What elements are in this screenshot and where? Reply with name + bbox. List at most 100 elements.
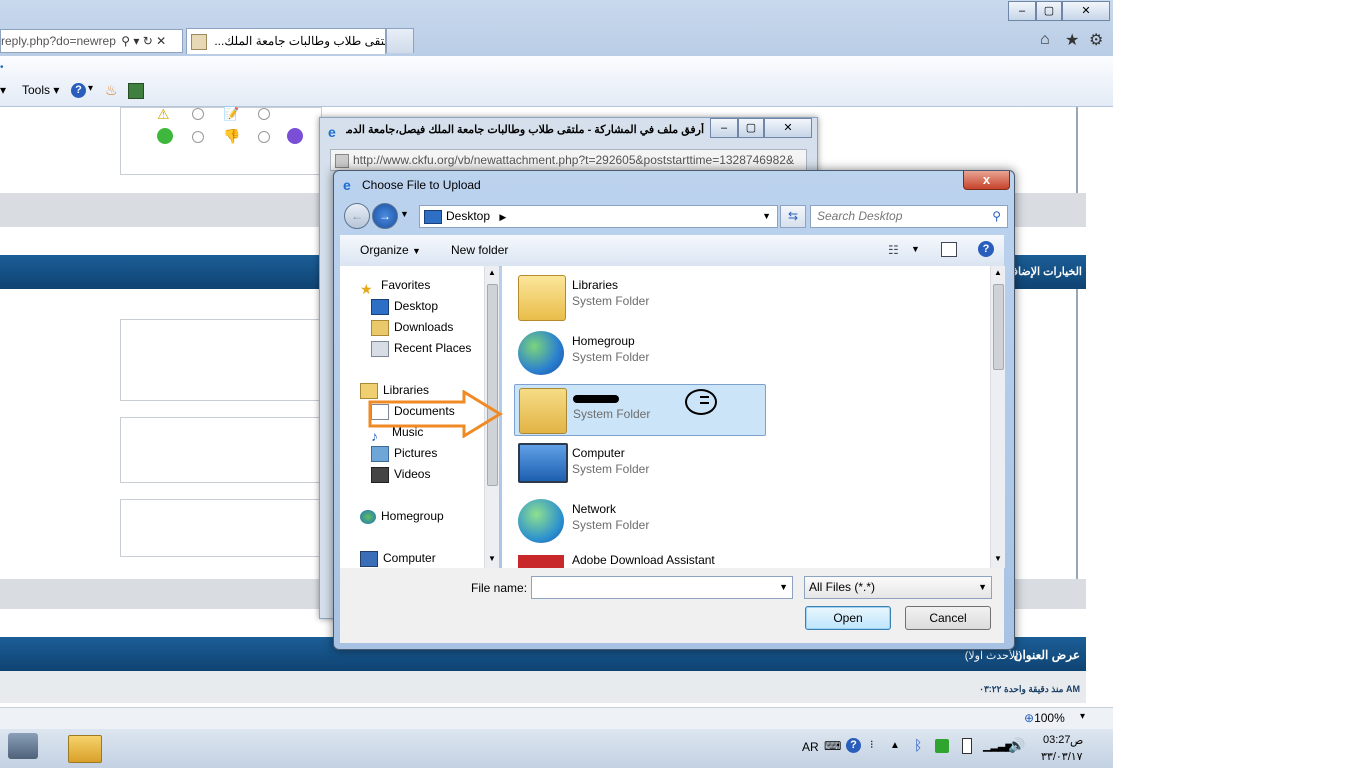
cancel-button[interactable]: Cancel <box>905 606 991 630</box>
view-options-icon[interactable]: ☷ <box>888 243 899 257</box>
volume-icon[interactable]: 🔊 <box>1008 737 1025 754</box>
minimize-button[interactable]: – <box>1008 1 1036 21</box>
show-hidden-icons-icon[interactable]: ▲ <box>890 740 900 751</box>
nav-recent-places[interactable]: Recent Places <box>371 338 471 358</box>
popup-title: أرفق ملف في المشاركة - ملتقى طلاب وطالبا… <box>346 124 704 136</box>
forward-button[interactable]: → <box>372 203 398 229</box>
options-tray-icon[interactable]: ⁝ <box>870 738 874 751</box>
popup-address-bar[interactable]: http://www.ckfu.org/vb/newattachment.php… <box>330 149 807 171</box>
organize-button[interactable]: Organize ▼ <box>360 243 421 257</box>
nav-computer[interactable]: Computer <box>360 548 436 568</box>
file-list-scrollbar[interactable]: ▲ ▼ <box>990 266 1005 568</box>
search-icon[interactable]: ⚲ <box>992 206 1001 227</box>
browser-tab[interactable]: ...ملتقى طلاب وطالبات جامعة الملك × <box>186 28 386 54</box>
battery-icon[interactable] <box>962 738 972 754</box>
scroll-up-icon[interactable]: ▲ <box>994 268 1002 277</box>
thumbs-down-smiley-icon[interactable]: 👎 <box>223 128 240 145</box>
list-item-adobe[interactable]: Adobe Download Assistant <box>514 552 764 568</box>
help-icon[interactable]: ? <box>978 241 994 257</box>
radio-option[interactable] <box>258 108 270 120</box>
bluetooth-icon[interactable]: ᛒ <box>914 737 922 753</box>
dialog-toolbar: Organize ▼ New folder ☷ ▼ ? <box>340 235 1004 267</box>
nav-favorites[interactable]: ★ Favorites <box>360 275 430 297</box>
options-header: الخيارات الإضافية <box>1003 266 1082 278</box>
nav-desktop[interactable]: Desktop <box>371 296 438 316</box>
command-arrow-icon[interactable]: ▾ <box>0 83 6 97</box>
zoom-dropdown-icon[interactable]: ▾ <box>1080 711 1085 722</box>
zoom-control[interactable]: ⊕100% <box>1024 711 1065 725</box>
item-name: Computer <box>572 446 625 460</box>
clock-time[interactable]: 03:27 <box>1043 734 1071 746</box>
list-item-libraries[interactable]: Libraries System Folder <box>514 272 764 322</box>
preview-pane-icon[interactable] <box>941 242 957 257</box>
note-smiley-icon[interactable]: 📝 <box>223 106 239 122</box>
chevron-down-icon[interactable]: ▾ <box>133 34 139 48</box>
language-indicator[interactable]: AR <box>802 740 819 754</box>
refresh-icon[interactable]: ↻ <box>143 34 153 48</box>
search-icon[interactable]: ⚲ <box>121 34 130 48</box>
popup-close-button[interactable]: ✕ <box>764 118 812 138</box>
open-button[interactable]: Open <box>805 606 891 630</box>
list-item-user-folder[interactable]: System Folder <box>514 384 766 436</box>
new-folder-button[interactable]: New folder <box>451 243 508 257</box>
sad-smiley-icon[interactable] <box>287 128 303 144</box>
address-dropdown-icon[interactable]: ▼ <box>762 206 771 227</box>
nav-homegroup[interactable]: Homegroup <box>360 506 444 526</box>
ie-icon: e <box>328 124 336 140</box>
breadcrumb-desktop[interactable]: Desktop <box>446 209 490 223</box>
popup-minimize-button[interactable]: – <box>710 118 738 138</box>
file-type-dropdown-icon[interactable]: ▼ <box>978 577 987 598</box>
breadcrumb-chevron-icon[interactable]: ▶ <box>499 212 506 222</box>
maximize-button[interactable]: ▢ <box>1036 1 1062 21</box>
home-icon[interactable]: ⌂ <box>1040 31 1050 49</box>
java-icon[interactable]: ♨ <box>105 82 118 99</box>
grin-smiley-icon[interactable] <box>157 128 173 144</box>
green-tray-icon[interactable] <box>935 739 949 753</box>
scroll-up-icon[interactable]: ▲ <box>488 268 496 277</box>
tools-menu[interactable]: Tools ▾ <box>22 83 59 97</box>
nav-videos[interactable]: Videos <box>371 464 430 484</box>
file-scroll-thumb[interactable] <box>993 284 1004 370</box>
radio-option[interactable] <box>192 108 204 120</box>
search-input[interactable]: Search Desktop ⚲ <box>810 205 1008 228</box>
scroll-down-icon[interactable]: ▼ <box>488 554 496 563</box>
history-dropdown-icon[interactable]: ▼ <box>400 209 409 219</box>
popup-maximize-button[interactable]: ▢ <box>738 118 764 138</box>
file-name-dropdown-icon[interactable]: ▼ <box>779 577 788 598</box>
list-item-network[interactable]: Network System Folder <box>514 496 764 546</box>
radio-option[interactable] <box>192 131 204 143</box>
nav-pictures[interactable]: Pictures <box>371 443 437 463</box>
ie-window-taskbar-icon[interactable] <box>68 735 102 763</box>
back-button[interactable]: ← <box>344 203 370 229</box>
refresh-button[interactable]: ⇆ <box>780 205 806 228</box>
keyboard-icon[interactable]: ⌨ <box>824 739 841 753</box>
radio-option[interactable] <box>258 131 270 143</box>
address-bar[interactable]: reply.php?do=newrep ⚲ ▾ ↻ ✕ <box>0 29 183 53</box>
nav-scroll-thumb[interactable] <box>487 284 498 486</box>
view-dropdown-icon[interactable]: ▼ <box>911 244 920 254</box>
help-icon[interactable]: ? <box>71 83 86 98</box>
help-dropdown-icon[interactable]: ▾ <box>88 83 93 94</box>
homegroup-icon <box>518 331 564 375</box>
help-tray-icon[interactable]: ? <box>846 738 861 753</box>
warning-smiley-icon[interactable]: ⚠ <box>157 106 170 123</box>
dialog-close-button[interactable]: x <box>963 171 1010 190</box>
file-type-select[interactable]: All Files (*.*) ▼ <box>804 576 992 599</box>
file-name-field[interactable]: ▼ <box>531 576 793 599</box>
breadcrumb[interactable]: Desktop ▶ ▼ <box>419 205 778 228</box>
clock-date[interactable]: ٣٣/٠٣/١٧ <box>1041 750 1083 763</box>
favorites-star-icon[interactable]: ★ <box>1065 30 1079 50</box>
addon-icon[interactable] <box>128 83 144 99</box>
list-item-homegroup[interactable]: Homegroup System Folder <box>514 328 764 378</box>
gear-icon[interactable]: ⚙ <box>1089 30 1103 50</box>
list-item-computer[interactable]: Computer System Folder <box>514 440 764 490</box>
laptop-app-icon[interactable] <box>8 733 38 759</box>
new-tab-button[interactable] <box>386 28 414 53</box>
dialog-title: Choose File to Upload <box>362 178 481 192</box>
option-box <box>120 319 322 401</box>
close-window-button[interactable]: ✕ <box>1062 1 1110 21</box>
dialog-navbar: ← → ▼ Desktop ▶ ▼ ⇆ Search Desktop ⚲ <box>340 201 1008 231</box>
scroll-down-icon[interactable]: ▼ <box>994 554 1002 563</box>
stop-icon[interactable]: ✕ <box>156 34 166 48</box>
nav-downloads[interactable]: Downloads <box>371 317 453 337</box>
